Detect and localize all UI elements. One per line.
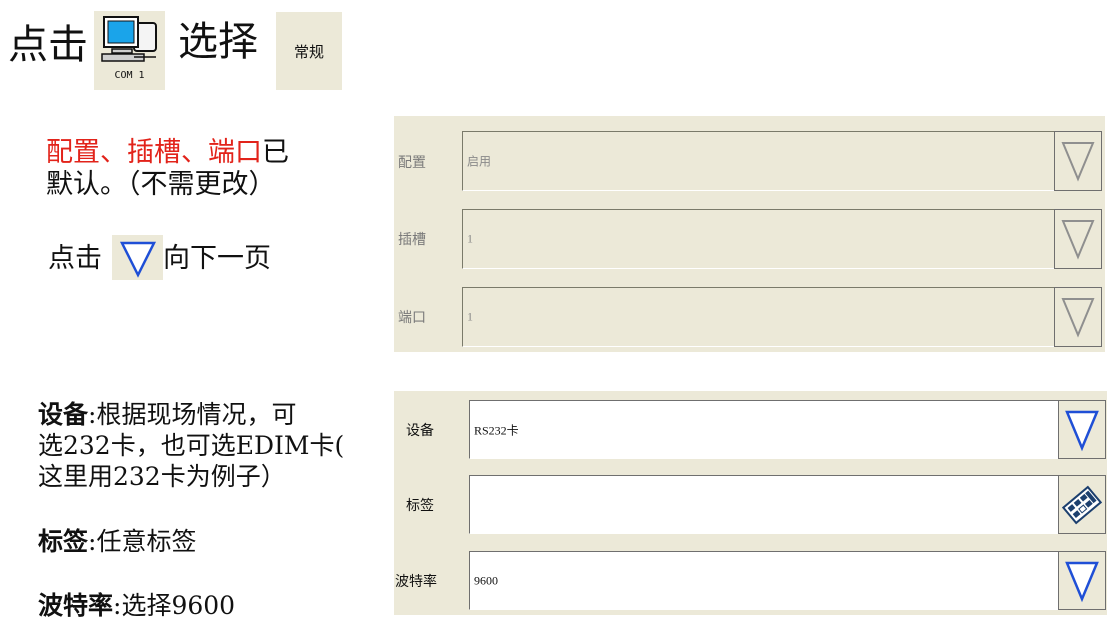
slot-field[interactable]: 1 (462, 209, 1056, 269)
general-config-panel: 配置 启用 插槽 1 端口 1 (394, 116, 1105, 352)
keyboard-icon (1062, 485, 1102, 524)
header-select-text: 选择 (178, 19, 258, 65)
note-tag-desc: :任意标签 (88, 527, 197, 556)
header-click-text: 点击 (8, 22, 88, 68)
slot-dropdown-button[interactable] (1054, 209, 1102, 269)
note-tag-key: 标签 (38, 527, 89, 556)
instruction-highlight: 配置、插槽、端口 (46, 137, 262, 168)
baud-dropdown-button[interactable] (1058, 551, 1106, 610)
config-label: 配置 (398, 155, 426, 171)
triangle-down-icon (119, 241, 157, 278)
triangle-down-icon (1061, 220, 1095, 260)
instruction-next-page: 向下一页 (163, 243, 271, 274)
note-device-desc-3: 这里用232卡为例子） (38, 462, 286, 491)
baud-select[interactable]: 9600 (469, 551, 1059, 610)
port-field[interactable]: 1 (462, 287, 1056, 347)
com-port-label: COM 1 (114, 70, 145, 81)
computer-network-icon (101, 16, 157, 62)
triangle-down-icon (1065, 410, 1099, 451)
baud-label: 波特率 (395, 574, 437, 590)
device-config-panel: 设备 RS232卡 标签 波特率 9600 (394, 391, 1107, 615)
note-baud-key: 波特率 (38, 591, 114, 620)
dropdown-sample (112, 235, 163, 280)
note-device-key: 设备 (38, 400, 89, 429)
note-device-desc-1: :根据现场情况，可 (88, 400, 297, 429)
triangle-down-icon (1061, 142, 1095, 182)
instruction-tail: 已 (262, 137, 289, 168)
port-value: 1 (467, 309, 473, 324)
tab-general[interactable]: 常规 (276, 12, 342, 90)
port-label: 端口 (398, 310, 426, 326)
triangle-down-icon (1061, 298, 1095, 338)
instruction-line2: 默认。（不需更改） (46, 169, 276, 200)
device-dropdown-button[interactable] (1058, 400, 1106, 459)
config-value: 启用 (467, 154, 492, 169)
port-dropdown-button[interactable] (1054, 287, 1102, 347)
note-baud: 波特率:选择9600 (38, 590, 235, 621)
tag-label: 标签 (406, 498, 434, 514)
instruction-click: 点击 (48, 243, 102, 274)
baud-value: 9600 (474, 573, 498, 587)
device-label: 设备 (406, 423, 434, 439)
note-baud-desc: :选择9600 (113, 591, 236, 620)
triangle-down-icon (1065, 561, 1099, 602)
config-dropdown-button[interactable] (1054, 131, 1102, 191)
config-field[interactable]: 启用 (462, 131, 1056, 191)
slot-value: 1 (467, 231, 473, 246)
device-select[interactable]: RS232卡 (469, 400, 1059, 459)
note-device-desc-2: 选232卡，也可选EDIM卡( (38, 431, 345, 460)
tag-input[interactable] (469, 475, 1059, 534)
device-value: RS232卡 (474, 423, 519, 437)
instruction-default: 配置、插槽、端口已 默认。（不需更改） (46, 137, 346, 201)
slot-label: 插槽 (398, 232, 426, 248)
com-port-tile[interactable]: COM 1 (94, 11, 165, 90)
note-device: 设备:根据现场情况，可 选232卡，也可选EDIM卡( 这里用232卡为例子） (38, 399, 368, 492)
keyboard-button[interactable] (1058, 475, 1106, 534)
note-tag: 标签:任意标签 (38, 526, 196, 557)
